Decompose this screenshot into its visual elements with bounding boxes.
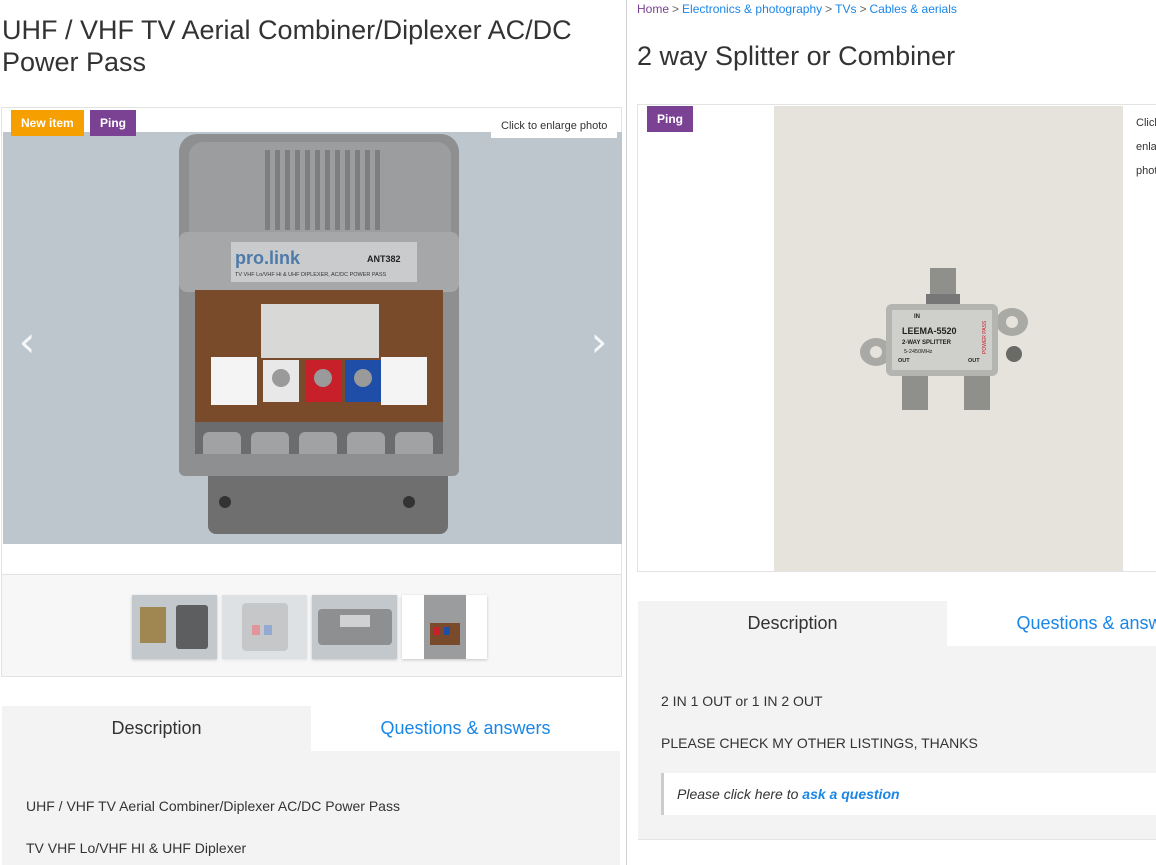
listing-tabs: Description Questions & answers	[638, 601, 1156, 646]
ping-badge: Ping	[647, 106, 693, 132]
ping-badge: Ping	[90, 110, 136, 136]
photo-in-text: IN	[914, 314, 920, 320]
thumbnail-3[interactable]	[312, 595, 397, 659]
photo-freq-text: 5-2450MHz	[904, 349, 933, 355]
thumbnail-image	[402, 595, 487, 659]
right-listing-pane: Home > Electronics & photography > TVs > Cable…	[627, 0, 1156, 865]
ask-question-box: Please click here to ask a question	[661, 773, 1156, 815]
photo-model-text: ANT382	[367, 254, 401, 264]
tab-questions-answers[interactable]: Questions & answers	[947, 601, 1156, 646]
description-line: TV VHF Lo/VHF HI & UHF Diplexer	[26, 840, 247, 856]
enlarge-photo-label[interactable]: Click to enlarge photo	[1126, 111, 1156, 177]
tab-description[interactable]: Description	[2, 706, 311, 751]
combiner-photo-image: pro.link ANT382 TV VHF Lo/VHF Hi & UHF D…	[3, 132, 622, 544]
description-line: UHF / VHF TV Aerial Combiner/Diplexer AC…	[26, 798, 400, 814]
thumbnail-image	[312, 595, 397, 659]
photo-out-text: OUT	[968, 358, 980, 364]
photo-subtitle-text: TV VHF Lo/VHF Hi & UHF DIPLEXER, AC/DC P…	[235, 272, 387, 278]
photo-model-text: LEEMA-5520	[902, 326, 957, 336]
listing-tabs: Description Questions & answers	[2, 706, 620, 751]
breadcrumb-cables-aerials[interactable]: Cables & aerials	[870, 2, 957, 16]
breadcrumb-electronics[interactable]: Electronics & photography	[682, 2, 822, 16]
thumbnail-image	[222, 595, 307, 659]
tab-description[interactable]: Description	[638, 601, 947, 646]
breadcrumb-separator: >	[825, 2, 833, 16]
main-photo[interactable]: pro.link ANT382 TV VHF Lo/VHF Hi & UHF D…	[3, 132, 622, 544]
breadcrumb-tvs[interactable]: TVs	[835, 2, 856, 16]
new-item-badge: New item	[11, 110, 84, 136]
thumbnail-2[interactable]	[222, 595, 307, 659]
photo-brand-text: pro.link	[235, 248, 301, 268]
left-listing-pane: UHF / VHF TV Aerial Combiner/Diplexer AC…	[0, 0, 626, 865]
photo-pass-text: POWER PASS	[982, 320, 988, 354]
thumbnail-image	[132, 595, 217, 659]
photo-gallery: pro.link ANT382 TV VHF Lo/VHF Hi & UHF D…	[1, 107, 622, 677]
listing-title: 2 way Splitter or Combiner	[637, 41, 956, 71]
description-line: PLEASE CHECK MY OTHER LISTINGS, THANKS	[661, 735, 978, 751]
listing-title: UHF / VHF TV Aerial Combiner/Diplexer AC…	[2, 15, 572, 77]
ask-question-prefix: Please click here to	[677, 786, 803, 802]
photo-gallery: Ping Click to enlarge photo IN	[637, 104, 1156, 572]
breadcrumb: Home > Electronics & photography > TVs > Cable…	[637, 2, 957, 16]
breadcrumb-separator: >	[672, 2, 680, 16]
description-panel: UHF / VHF TV Aerial Combiner/Diplexer AC…	[2, 751, 620, 865]
ask-question-link[interactable]: ask a question	[802, 786, 899, 802]
splitter-photo-image: IN LEEMA-5520 2-WAY SPLITTER 5-2450MHz O…	[774, 106, 1123, 571]
enlarge-photo-label[interactable]: Click to enlarge photo	[491, 114, 618, 138]
previous-photo-arrow-icon[interactable]: ‹	[15, 321, 39, 363]
photo-out-text: OUT	[898, 358, 910, 364]
description-line: 2 IN 1 OUT or 1 IN 2 OUT	[661, 693, 823, 709]
breadcrumb-home[interactable]: Home	[637, 2, 669, 16]
breadcrumb-separator: >	[859, 2, 867, 16]
thumbnail-1[interactable]	[132, 595, 217, 659]
tab-questions-answers[interactable]: Questions & answers	[311, 706, 620, 751]
thumbnail-4[interactable]	[402, 595, 487, 659]
main-photo[interactable]: IN LEEMA-5520 2-WAY SPLITTER 5-2450MHz O…	[774, 106, 1123, 571]
photo-type-text: 2-WAY SPLITTER	[902, 340, 952, 346]
thumbnail-strip	[2, 574, 621, 676]
next-photo-arrow-icon[interactable]: ›	[587, 321, 611, 363]
